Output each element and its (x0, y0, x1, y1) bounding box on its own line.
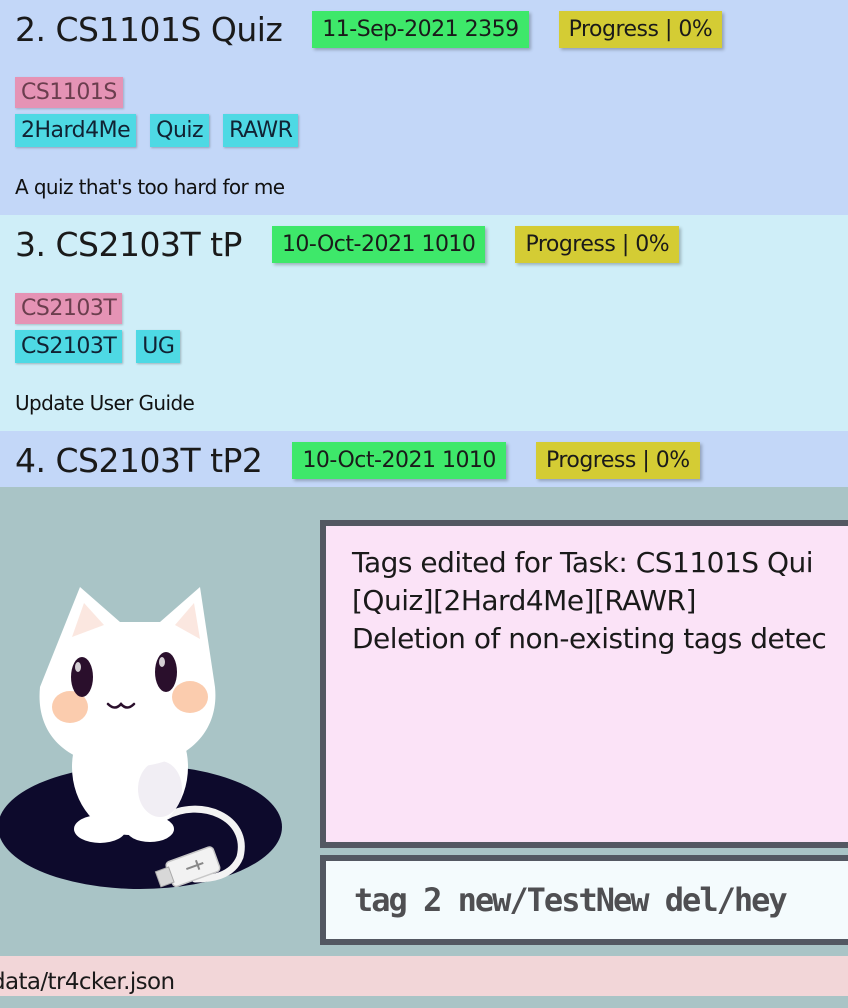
deadline-badge: 10-Oct-2021 1010 (271, 226, 486, 263)
result-line: Tags edited for Task: CS1101S Qui (352, 546, 814, 579)
result-line: Deletion of non-existing tags detec (352, 622, 827, 655)
progress-badge: Progress | 0% (515, 226, 680, 263)
tag-row: 2Hard4Me Quiz RAWR (15, 114, 312, 147)
module-tag: CS2103T (15, 293, 123, 324)
tag: UG (136, 330, 181, 363)
tag: RAWR (223, 114, 299, 147)
result-display: Tags edited for Task: CS1101S Qui [Quiz]… (320, 520, 848, 848)
tag: 2Hard4Me (15, 114, 137, 147)
progress-badge: Progress | 0% (558, 11, 723, 48)
task-description: Update User Guide (15, 391, 195, 415)
task-title: 4. CS2103T tP2 (15, 441, 263, 480)
progress-badge: Progress | 0% (535, 442, 700, 479)
result-line: [Quiz][2Hard4Me][RAWR] (352, 584, 696, 617)
task-description: A quiz that's too hard for me (15, 175, 285, 199)
command-input-text[interactable]: tag 2 new/TestNew del/hey (354, 881, 788, 919)
task-title: 3. CS2103T tP (15, 225, 242, 264)
status-bar: data/tr4cker.json (0, 956, 848, 996)
task-title-row: 2. CS1101S Quiz 11-Sep-2021 2359 Progres… (15, 10, 723, 49)
deadline-badge: 10-Oct-2021 1010 (292, 442, 506, 479)
tag: Quiz (150, 114, 210, 147)
command-input[interactable]: tag 2 new/TestNew del/hey (320, 855, 848, 945)
task-title-row: 3. CS2103T tP 10-Oct-2021 1010 Progress … (15, 225, 680, 264)
save-location-path: data/tr4cker.json (0, 969, 175, 995)
task-card[interactable]: 3. CS2103T tP 10-Oct-2021 1010 Progress … (0, 215, 848, 431)
deadline-badge: 11-Sep-2021 2359 (312, 11, 529, 48)
task-list[interactable]: 2. CS1101S Quiz 11-Sep-2021 2359 Progres… (0, 0, 848, 487)
module-tag: CS1101S (15, 77, 123, 108)
task-card[interactable]: 4. CS2103T tP2 10-Oct-2021 1010 Progress… (0, 431, 848, 487)
cat-mascot-icon (0, 587, 282, 889)
bottom-panel: Tags edited for Task: CS1101S Qui [Quiz]… (0, 487, 848, 956)
tag: CS2103T (15, 330, 123, 363)
task-card[interactable]: 2. CS1101S Quiz 11-Sep-2021 2359 Progres… (0, 0, 848, 215)
task-title: 2. CS1101S Quiz (15, 10, 283, 49)
task-title-row: 4. CS2103T tP2 10-Oct-2021 1010 Progress… (15, 441, 700, 480)
tag-row: CS2103T UG (15, 330, 194, 363)
